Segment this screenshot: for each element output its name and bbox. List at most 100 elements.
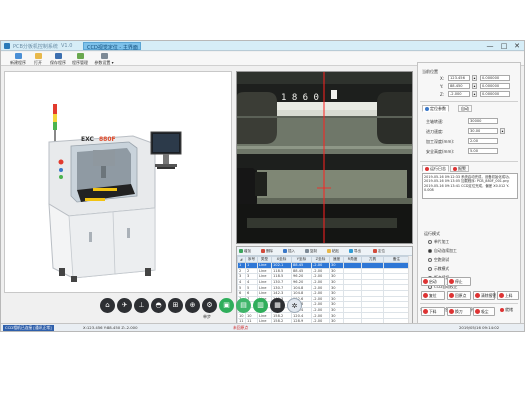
paste-icon bbox=[327, 249, 331, 253]
grid-scrollbar[interactable] bbox=[408, 256, 412, 331]
signal-light-yellow bbox=[53, 114, 57, 122]
action-dot-icon bbox=[423, 279, 428, 284]
action-dot-icon bbox=[449, 309, 454, 314]
green-c-icon[interactable]: ▥ bbox=[253, 298, 268, 313]
radio-icon[interactable] bbox=[428, 249, 432, 253]
log-line: 2019-05-16 09:13:41 CCD定位完成，偏差 X0.012 Y-… bbox=[424, 183, 510, 193]
action-dot-icon bbox=[423, 309, 428, 314]
pos-y-label: Y: bbox=[440, 84, 444, 89]
align-icon[interactable]: ⊞ bbox=[168, 298, 183, 313]
table-icon[interactable]: ▦ bbox=[270, 298, 285, 313]
ccd-camera-view[interactable]: 1 8 6 0 bbox=[236, 71, 413, 244]
gear-icon[interactable]: ✲ bbox=[287, 298, 302, 313]
mode-option[interactable]: 自动连续加工 bbox=[428, 248, 457, 254]
pos-x-field[interactable]: 123.456 bbox=[448, 75, 470, 81]
action-button-label: 清除报警 bbox=[481, 293, 497, 298]
status-bar: CCD相机已连接 [通讯正常] X:123.456 Y:88.450 Z:-2.… bbox=[1, 323, 524, 331]
status-coordinates: X:123.456 Y:88.450 Z:-2.000 bbox=[83, 325, 138, 330]
action-button[interactable]: 清除报警 bbox=[473, 291, 497, 300]
alarm-tab-dot-icon bbox=[453, 167, 457, 171]
signal-light-green bbox=[53, 122, 57, 130]
radio-icon[interactable] bbox=[428, 240, 432, 244]
maximize-button[interactable]: □ bbox=[499, 42, 509, 50]
tab-auto[interactable]: 自动 bbox=[458, 105, 472, 112]
toolbar-settings-button[interactable]: 参数设置 ▾ bbox=[91, 53, 117, 65]
param-label: 安全高度(mm): bbox=[426, 149, 455, 154]
param-spindle-field[interactable]: 30000 bbox=[468, 118, 498, 124]
action-button[interactable]: 回原点 bbox=[447, 291, 471, 300]
pos-z-field[interactable]: -2.000 bbox=[448, 91, 470, 97]
action-button[interactable]: 启动 bbox=[421, 277, 445, 286]
action-button-label: 停止 bbox=[455, 279, 463, 284]
mode-option-label: 单片加工 bbox=[434, 239, 450, 244]
action-button[interactable]: 换刀 bbox=[447, 307, 471, 316]
toolbar-new-button[interactable]: 新建程序 bbox=[7, 53, 29, 65]
mode-option[interactable]: 空跑测试 bbox=[428, 257, 449, 263]
grid-insert-label: 插入 bbox=[288, 249, 295, 253]
grid-insert-button[interactable]: 插入 bbox=[283, 248, 295, 255]
mode-option[interactable]: 单片加工 bbox=[428, 239, 449, 245]
radio-icon[interactable] bbox=[428, 267, 432, 271]
green-a-icon[interactable]: ▣ bbox=[219, 298, 234, 313]
grid-delete-button[interactable]: 删除 bbox=[261, 248, 273, 255]
z-axis-icon[interactable]: ⊥ bbox=[134, 298, 149, 313]
toolbar-save-button[interactable]: 保存程序 bbox=[47, 53, 69, 65]
ccd-image: 1 8 6 0 bbox=[237, 72, 412, 243]
param-safe-height-field[interactable]: 5.00 bbox=[468, 148, 498, 154]
grid-locate-button[interactable]: 定位 bbox=[373, 248, 385, 255]
tool-icon[interactable]: ✈ bbox=[117, 298, 132, 313]
green-b-icon[interactable]: ▤ bbox=[236, 298, 251, 313]
action-button[interactable]: 上料 bbox=[497, 291, 519, 300]
pos-z-offset[interactable]: 0.000000 bbox=[480, 91, 510, 97]
grid-export-button[interactable]: 导出 bbox=[349, 248, 361, 255]
machine-photo-panel: EXC 880F bbox=[4, 71, 232, 293]
toolbar-open-button[interactable]: 打开 bbox=[31, 53, 45, 65]
tab-alarm[interactable]: 报警 bbox=[450, 165, 469, 172]
action-button[interactable]: 停止 bbox=[447, 277, 471, 286]
settings-icon bbox=[100, 53, 108, 59]
grid-add-button[interactable]: 增加 bbox=[239, 248, 251, 255]
mode-option-label: 示教模式 bbox=[434, 266, 450, 271]
separator bbox=[420, 101, 518, 102]
log-box[interactable]: 2019-05-16 09:12:33 系统启动完成，设备初始化成功。 2019… bbox=[422, 173, 518, 199]
program-table: # 序号 类型 X坐标 Y坐标 Z坐标 速度 R角度 刀具 备注 1 1 Line 1… bbox=[237, 256, 410, 331]
separator bbox=[420, 303, 518, 304]
pos-y-offset[interactable]: 0.000000 bbox=[480, 83, 510, 89]
grid-paste-button[interactable]: 粘贴 bbox=[327, 248, 339, 255]
measure-icon[interactable]: ⚙ bbox=[202, 298, 217, 313]
active-window-tab[interactable]: CCD视觉定位 - 主界面 bbox=[83, 42, 141, 51]
mode-option[interactable]: 示教模式 bbox=[428, 266, 449, 272]
action-button[interactable]: 复位 bbox=[421, 291, 445, 300]
tab-auto-label: 自动 bbox=[461, 106, 469, 111]
pos-y-field[interactable]: 88.450 bbox=[448, 83, 470, 89]
toolbar-manage-button[interactable]: 程序管理 bbox=[69, 53, 91, 65]
pos-z-spin[interactable]: ▴ bbox=[472, 91, 477, 97]
save-icon bbox=[54, 53, 62, 59]
param-feed-spin[interactable]: ▴ bbox=[500, 128, 505, 134]
action-button[interactable]: 下料 bbox=[421, 307, 445, 316]
grid-icon[interactable]: ⊕ bbox=[185, 298, 200, 313]
minimize-button[interactable]: — bbox=[485, 42, 495, 50]
spindle-icon[interactable]: ◓ bbox=[151, 298, 166, 313]
param-depth-field[interactable]: 2.00 bbox=[468, 138, 498, 144]
tab-positioning[interactable]: 定位参数 bbox=[422, 105, 449, 112]
action-button-label: 吸尘 bbox=[481, 309, 489, 314]
pos-y-spin[interactable]: ▴ bbox=[472, 83, 477, 89]
action-button[interactable]: 吸尘 bbox=[473, 307, 495, 316]
toolbar-open-label: 打开 bbox=[34, 60, 42, 65]
tab-log[interactable]: 运行日志 bbox=[422, 165, 449, 172]
toolbar-save-label: 保存程序 bbox=[50, 60, 66, 65]
radio-icon[interactable] bbox=[428, 258, 432, 262]
grid-copy-button[interactable]: 复制 bbox=[305, 248, 317, 255]
action-button-label: 回原点 bbox=[455, 293, 467, 298]
brand-prefix: EXC bbox=[81, 136, 95, 143]
tab-dot-icon bbox=[425, 107, 429, 111]
home-icon[interactable]: ⌂ bbox=[100, 298, 115, 313]
close-button[interactable]: ✕ bbox=[512, 42, 522, 50]
action-button-label: 换刀 bbox=[455, 309, 463, 314]
pos-x-offset[interactable]: 0.000000 bbox=[480, 75, 510, 81]
pos-x-spin[interactable]: ▴ bbox=[472, 75, 477, 81]
export-icon bbox=[349, 249, 353, 253]
grid-toolbar: 增加 删除 插入 复制 粘贴 导出 定位 bbox=[237, 247, 412, 256]
param-feed-field[interactable]: 30.00 bbox=[468, 128, 498, 134]
